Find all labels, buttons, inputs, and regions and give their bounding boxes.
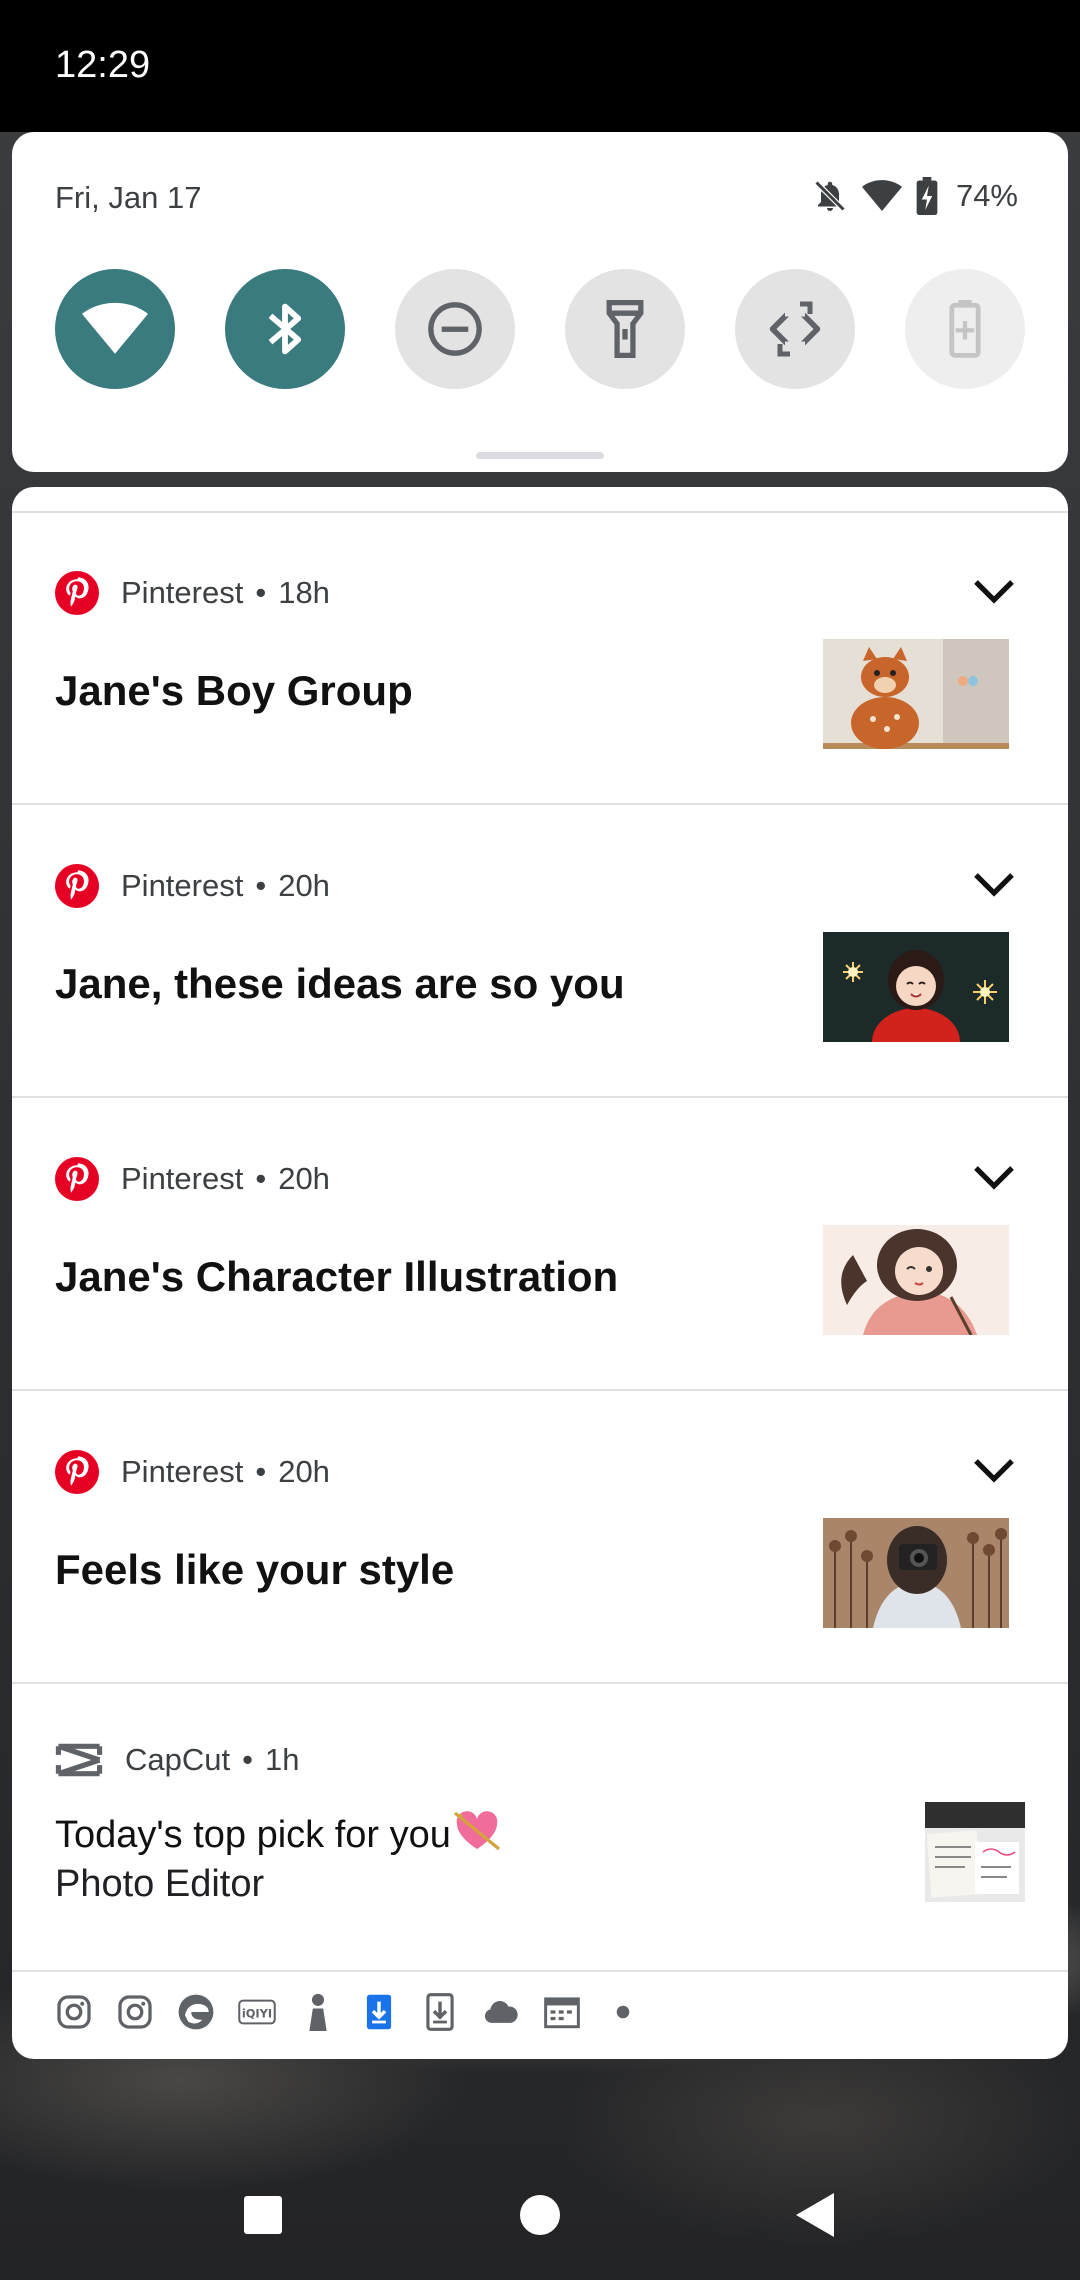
cloud-icon [482,1993,520,2031]
separator: • [255,1454,267,1489]
download-icon [360,1993,398,2031]
more-dot-icon [604,1993,642,2031]
back-button[interactable] [786,2185,846,2245]
chevron-down-icon[interactable] [972,577,1016,607]
iqiyi-icon: iQIYI [238,1993,276,2031]
chevron-down-icon[interactable] [972,870,1016,900]
notification-thumbnail [823,639,1009,749]
notification-title: Jane's Boy Group [55,667,413,714]
pinterest-icon [55,1157,99,1201]
notification-age: 20h [278,1454,330,1489]
pinterest-icon [55,571,99,615]
quick-settings-tiles [55,269,1025,389]
notification-age: 1h [264,1742,300,1777]
flashlight-icon [606,300,644,358]
notification-icon-row: iQIYI [55,1989,642,2035]
clock: 12:29 [55,44,151,86]
tile-wifi[interactable] [55,269,175,389]
chevron-down-icon[interactable] [972,1456,1016,1486]
pinterest-icon [55,1450,99,1494]
notification-age: 20h [278,868,330,903]
notification-title: Jane, these ideas are so you [55,960,625,1007]
capcut-icon [55,1743,103,1777]
notification-header: Pinterest • 20h [55,862,330,910]
svg-text:iQIYI: iQIYI [242,2007,272,2021]
tile-bluetooth[interactable] [225,269,345,389]
separator: • [255,575,267,610]
wifi-status-icon [861,180,902,211]
chevron-down-icon[interactable] [972,1163,1016,1193]
tile-flashlight[interactable] [565,269,685,389]
notification-pinterest[interactable]: Pinterest • 20h Feels like your style [12,1392,1068,1684]
app-name: Pinterest [121,1161,244,1196]
app-name: Pinterest [121,1454,244,1489]
tile-auto-rotate[interactable] [735,269,855,389]
status-icons: 74% [812,174,1018,218]
notification-title: Jane's Character Illustration [55,1253,619,1300]
instagram-icon [116,1993,154,2031]
date-label[interactable]: Fri, Jan 17 [55,180,201,216]
tile-do-not-disturb[interactable] [395,269,515,389]
notification-thumbnail [823,932,1009,1042]
notification-pinterest[interactable]: Pinterest • 20h Jane, these ideas are so… [12,806,1068,1098]
battery-charging-icon [916,177,938,215]
person-icon [299,1993,337,2031]
auto-rotate-icon [769,301,821,357]
notification-shade: Pinterest • 18h Jane's Boy Group Pintere… [12,487,1068,2059]
notification-age: 18h [278,575,330,610]
notification-header: Pinterest • 18h [55,569,330,617]
muted-bell-icon [814,180,846,212]
calendar-icon [543,1993,581,2031]
instagram-icon [55,1993,93,2031]
notification-title: Feels like your style [55,1546,455,1593]
notification-header: CapCut • 1h [55,1736,299,1784]
edge-icon [177,1993,215,2031]
pinterest-icon [55,864,99,908]
wifi-icon [82,302,148,354]
notification-thumbnail [823,1225,1009,1335]
notification-title: Today's top pick for you [55,1809,501,1857]
app-name: CapCut [125,1742,231,1777]
notification-age: 20h [278,1161,330,1196]
notification-pinterest[interactable]: Pinterest • 18h Jane's Boy Group [12,513,1068,805]
bluetooth-icon [268,303,302,355]
download-icon [421,1993,459,2031]
app-name: Pinterest [121,868,244,903]
notification-pinterest[interactable]: Pinterest • 20h Jane's Character Illustr… [12,1099,1068,1391]
notification-thumbnail [925,1802,1025,1902]
navigation-bar [0,2150,1080,2280]
drag-handle[interactable] [476,452,604,459]
app-name: Pinterest [121,575,244,610]
separator: • [255,1161,267,1196]
do-not-disturb-icon [428,302,482,356]
separator: • [255,868,267,903]
notification-title-text: Today's top pick for you [55,1814,451,1856]
quick-settings-panel: Fri, Jan 17 74% [12,132,1068,472]
separator: • [242,1742,253,1777]
home-button[interactable] [510,2185,570,2245]
recents-button[interactable] [233,2185,293,2245]
notification-header: Pinterest • 20h [55,1155,330,1203]
notification-header: Pinterest • 20h [55,1448,330,1496]
battery-percent: 74% [955,178,1018,213]
notification-capcut[interactable]: CapCut • 1h Today's top pick for you Pho… [12,1680,1068,1972]
battery-saver-icon [949,300,981,358]
tile-battery-saver[interactable] [905,269,1025,389]
notification-subtitle: Photo Editor [55,1863,265,1905]
heart-arrow-icon [453,1811,500,1851]
status-bar: 12:29 [0,0,1080,132]
notification-thumbnail [823,1518,1009,1628]
